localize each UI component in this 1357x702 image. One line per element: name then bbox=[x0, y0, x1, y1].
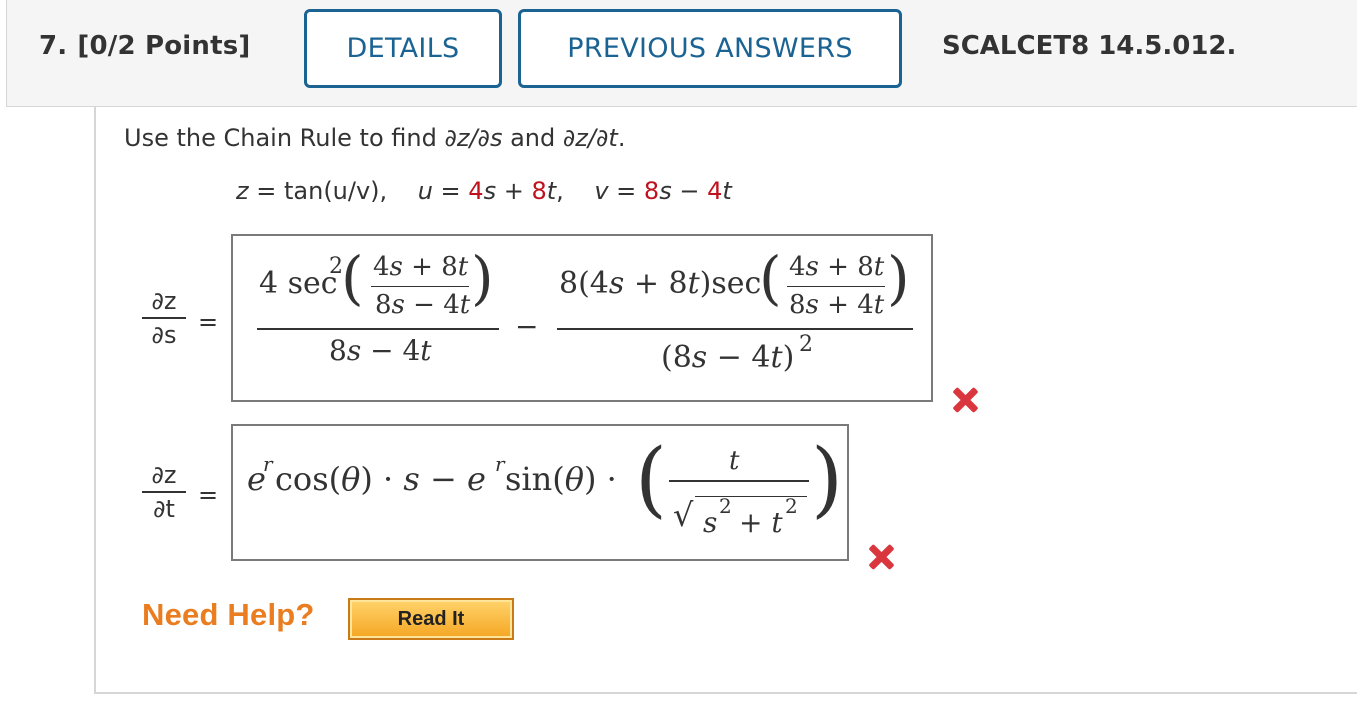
question-header: 7. [0/2 Points] DETAILS PREVIOUS ANSWERS … bbox=[6, 0, 1357, 107]
dzds-inline: ∂z/∂s bbox=[444, 124, 503, 152]
dzds-incorrect-icon bbox=[951, 386, 979, 414]
problem-definitions: z = tan(u/v), u = 4s + 8t, v = 8s − 4t bbox=[236, 177, 732, 205]
dzds-equals: = bbox=[198, 308, 219, 336]
v-coef-t: 4 bbox=[707, 177, 723, 205]
question-label: 7. [0/2 Points] bbox=[39, 31, 251, 61]
u-coef-s: 4 bbox=[468, 177, 484, 205]
v-coef-s: 8 bbox=[643, 177, 660, 205]
question-points: [0/2 Points] bbox=[77, 31, 251, 61]
dzdt-answer-field[interactable]: e r cos(θ) · s − e r sin(θ) · ( t √ s 2 … bbox=[231, 424, 849, 561]
previous-answers-button[interactable]: PREVIOUS ANSWERS bbox=[518, 9, 902, 88]
read-it-button[interactable]: Read It bbox=[348, 598, 514, 640]
dzdt-incorrect-icon bbox=[867, 543, 895, 571]
z-definition: tan(u/v) bbox=[283, 177, 380, 205]
problem-instruction: Use the Chain Rule to find ∂z/∂s and ∂z/… bbox=[124, 124, 626, 152]
u-coef-t: 8 bbox=[531, 177, 547, 205]
question-code: SCALCET8 14.5.012. bbox=[942, 31, 1237, 61]
question-number: 7. bbox=[39, 31, 68, 61]
dzdt-label: ∂z ∂t bbox=[142, 461, 186, 523]
details-button[interactable]: DETAILS bbox=[304, 9, 502, 88]
dzds-answer-field[interactable]: 4 sec 2 ( 4s + 8t 8s − 4t ) 8s − 4t − 8(… bbox=[231, 234, 933, 402]
dzdt-inline: ∂z/∂t bbox=[562, 124, 618, 152]
need-help-label: Need Help? bbox=[142, 597, 315, 632]
dzdt-equals: = bbox=[198, 481, 219, 509]
dzds-label: ∂z ∂s bbox=[142, 287, 186, 349]
